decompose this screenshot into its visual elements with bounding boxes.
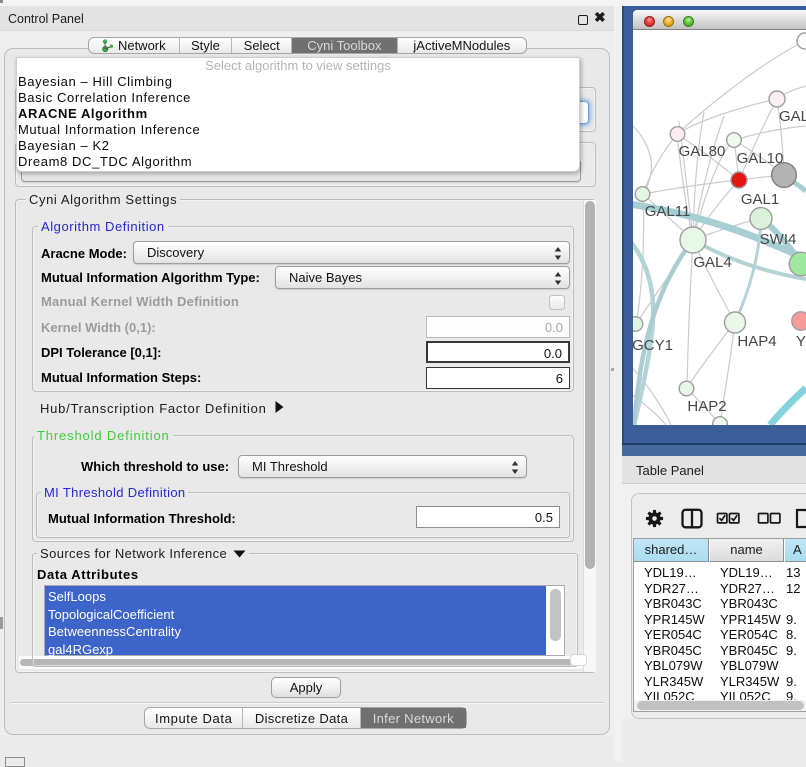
svg-text:GAL1: GAL1 [741, 191, 779, 208]
svg-text:GAL10: GAL10 [737, 150, 784, 167]
svg-text:Y: Y [796, 333, 806, 350]
svg-text:GCY1: GCY1 [633, 337, 673, 354]
svg-text:HAP2: HAP2 [687, 398, 726, 415]
svg-text:GAL7: GAL7 [779, 108, 806, 125]
svg-text:GAL4: GAL4 [693, 254, 731, 271]
svg-text:SWI4: SWI4 [760, 231, 797, 248]
svg-text:GAL11: GAL11 [645, 203, 691, 220]
svg-text:GAL80: GAL80 [679, 143, 726, 160]
svg-text:HAP4: HAP4 [737, 333, 776, 350]
